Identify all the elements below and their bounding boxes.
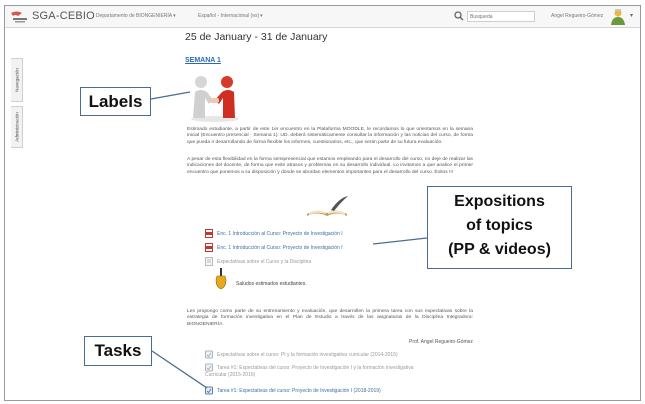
callout-expositions-line: of topics [466,217,533,234]
assignment-icon [205,386,213,395]
signature-text: Prof. Angel Regueiro-Gómez [409,339,473,345]
search-input[interactable] [467,11,535,22]
task-label-continued: Curricular (2015-2016) [205,372,256,378]
language-menu-label: Español - Internacional (es) [198,13,260,19]
document-icon [205,257,213,266]
task-intro-paragraph: Les propongo como parte de su entrenamie… [187,309,473,327]
user-name[interactable]: Angel Regueiro-Gómez [551,13,603,19]
handshake-icon [191,76,239,122]
quill-book-icon [307,196,348,216]
resource-label: Enc. 1 Introducción al Curso: Proyecto d… [217,231,343,237]
resource-label: Enc. 1 Introducción al Curso: Proyecto d… [217,245,343,251]
callout-expositions-line: Expositions [454,193,545,210]
chevron-down-icon[interactable]: ▾ [630,12,633,19]
callout-labels: Labels [80,87,151,116]
department-menu-label: Departamento de BIONGENIERÍA [96,13,173,19]
sidebar-tab-administration[interactable]: Administración [11,106,23,148]
flexibility-paragraph: A pesar de esta flexibilidad en la forma… [187,157,473,175]
callout-tasks: Tasks [84,336,152,366]
user-avatar-icon[interactable] [610,8,626,25]
callout-expositions: Expositions of topics (PP & videos) [427,186,572,269]
intro-paragraph: Estimado estudiante, a partir de este 1e… [187,127,473,145]
assignment-icon [205,350,213,359]
week-title: 25 de January - 31 de January [185,31,328,43]
task-label: Expectativas sobre el curso: PI y la for… [217,352,398,358]
top-navbar: SGA-CEBIO Departamento de BIONGENIERÍA▾ … [5,6,640,28]
callout-expositions-line: (PP & videos) [448,241,551,258]
greeting-text: Saludos estimados estudiantes. [236,281,307,287]
department-menu[interactable]: Departamento de BIONGENIERÍA▾ [96,13,176,19]
lightbulb-icon [215,268,227,290]
sidebar-tab-label: Administración [14,112,19,142]
pdf-icon [205,229,213,238]
resource-label: Expectativas sobre el Curso y la Discipl… [217,259,312,265]
task-label: Tarea #1: Expectativas del curso: Proyec… [217,365,414,371]
chevron-down-icon: ▾ [173,13,176,19]
search-icon[interactable] [454,11,464,21]
site-logo-icon[interactable] [10,10,30,23]
assignment-icon [205,363,213,372]
sidebar-tab-navigation[interactable]: Navegación [11,58,23,102]
language-menu[interactable]: Español - Internacional (es)▾ [198,13,263,19]
task-label: Tarea #1: Expectativas del curso: Proyec… [217,388,381,394]
brand-title[interactable]: SGA-CEBIO [32,10,95,22]
pdf-icon [205,243,213,252]
section-link-semana-1[interactable]: SEMANA 1 [185,57,221,64]
sidebar-tab-label: Navegación [14,68,19,92]
chevron-down-icon: ▾ [260,13,263,19]
